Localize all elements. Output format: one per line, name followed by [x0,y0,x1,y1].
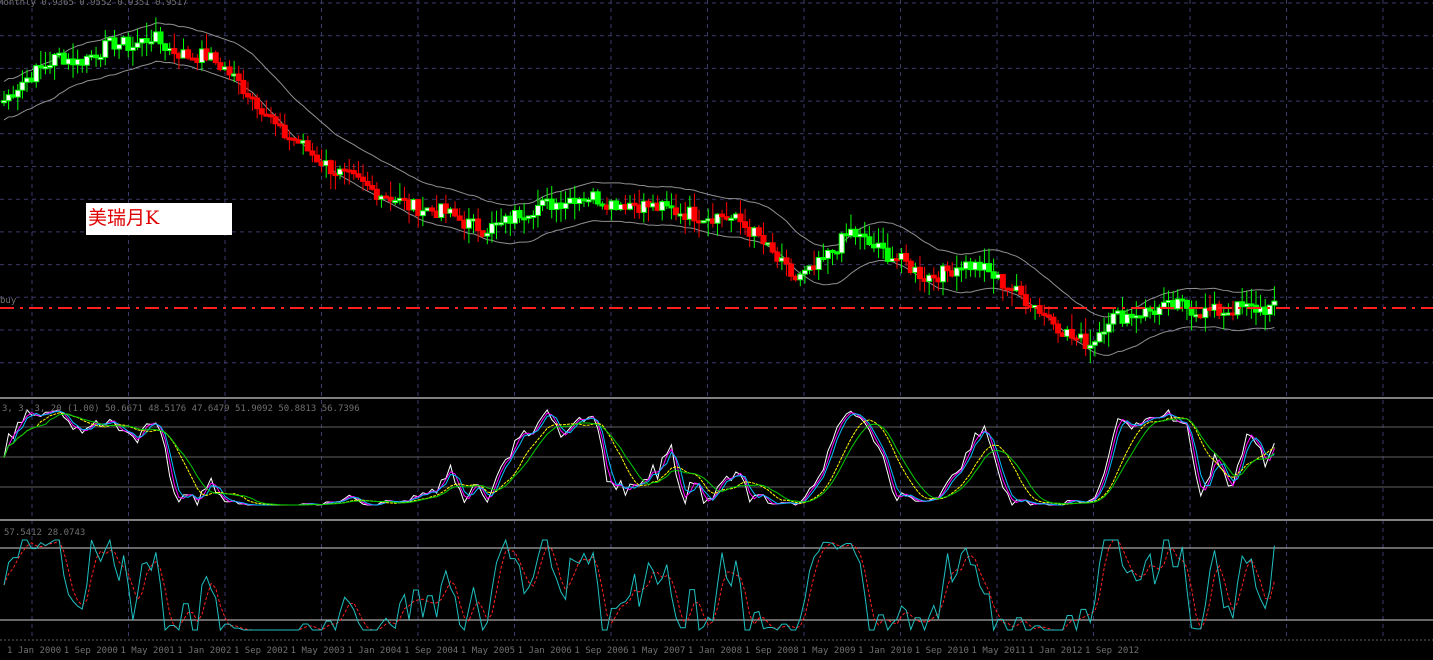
candle-body [1188,307,1195,316]
indicator1-label: 3, 3, 3, 20 (1.00) 50.6671 48.5176 47.64… [2,404,360,414]
candle-body [185,49,192,59]
candle-body [1050,316,1057,325]
candle-body [313,154,320,163]
candle-body [1183,300,1190,309]
x-tick-label: 1 Sep 2012 [1085,646,1140,656]
candle-body [281,124,288,139]
candle-body [986,263,993,273]
x-tick-label: 1 Sep 2008 [744,646,799,656]
candle-body [534,205,541,216]
price-line-label: buy [0,296,17,306]
candle-body [364,180,371,186]
candle-body [51,53,58,67]
candle-body [1266,304,1273,315]
x-tick-label: 1 Jan 2010 [858,646,913,656]
x-tick-label: 1 May 2003 [290,646,345,656]
candle-body [516,209,523,219]
candle-body [1055,323,1062,334]
candle-body [240,79,247,95]
candle-body [456,215,463,221]
oscillator1-line [3,409,1275,506]
candle-body [452,208,459,217]
candle-body [742,221,749,228]
candle-body [866,236,873,246]
candle-body [755,227,762,237]
x-tick-label: 1 May 2001 [120,646,175,656]
x-tick-label: 1 Sep 2006 [574,646,629,656]
x-tick-label: 1 Sep 2004 [404,646,459,656]
x-tick-label: 1 Jan 2002 [177,646,232,656]
candle-body [594,191,601,205]
symbol-period: Monthly [0,0,36,8]
oscillator1-line [3,413,1275,506]
candle-body [272,116,279,125]
indicator2-label: 57.5412 28.0743 [4,528,86,538]
candle-body [369,184,376,190]
candle-body [309,150,316,156]
x-tick-label: 1 Jan 2004 [347,646,402,656]
candle-body [788,263,795,277]
envelope-upper [3,22,1275,318]
candle-body [102,40,109,58]
candle-body [916,266,923,280]
candle-body [1091,341,1098,346]
x-tick-label: 1 Jan 2012 [1028,646,1083,656]
x-tick-label: 1 Sep 2000 [63,646,118,656]
candle-body [903,252,910,262]
x-tick-label: 1 Jan 2000 [7,646,62,656]
candle-body [1105,323,1112,333]
candle-body [737,213,744,223]
x-tick-label: 1 May 2007 [631,646,686,656]
candle-body [419,210,426,217]
candle-body [797,273,804,281]
candle-body [880,242,887,249]
candle-body [1022,294,1029,307]
candle-body [1160,301,1167,308]
candle-body [999,273,1006,289]
candle-body [838,233,845,254]
candle-body [244,93,251,98]
x-tick-label: 1 May 2011 [971,646,1026,656]
candle-body [475,218,482,232]
candle-body [212,52,219,64]
candle-body [83,55,90,66]
candle-body [14,89,21,98]
candle-body [783,257,790,265]
candle-body [360,176,367,182]
x-tick-label: 1 Jan 2008 [687,646,743,656]
candle-body [258,108,265,115]
candle-body [1110,313,1117,325]
candle-body [944,265,951,272]
chart-header: Monthly 0.9365 0.9552 0.9351 0.9517 [0,0,188,8]
annotation-label: 美瑞月K [86,203,232,235]
candle-body [691,206,698,222]
x-tick-label: 1 May 2009 [801,646,856,656]
oscillator2-signal [3,539,1275,631]
candle-body [1271,300,1278,306]
x-tick-label: 1 May 2005 [460,646,516,656]
candle-body [116,44,123,50]
x-tick-label: 1 Sep 2010 [914,646,969,656]
candle-body [134,42,141,48]
candle-body [1068,328,1075,339]
candle-body [663,201,670,207]
candle-body [304,140,311,152]
candle-body [254,97,261,110]
candle-body [327,160,334,175]
candle-body [1036,305,1043,314]
candle-body [235,73,242,81]
candle-body [19,81,26,91]
candle-body [157,31,164,45]
price-chart[interactable] [0,0,1433,660]
candle-body [769,242,776,253]
candle-body [562,202,569,210]
x-tick-label: 1 Jan 2006 [517,646,572,656]
candle-body [355,173,362,178]
oscillator1-line [3,410,1275,506]
x-tick-label: 1 Sep 2002 [233,646,289,656]
candle-body [171,48,178,55]
candle-body [801,269,808,275]
ohlc-values: 0.9365 0.9552 0.9351 0.9517 [41,0,188,8]
candle-body [1018,285,1025,296]
